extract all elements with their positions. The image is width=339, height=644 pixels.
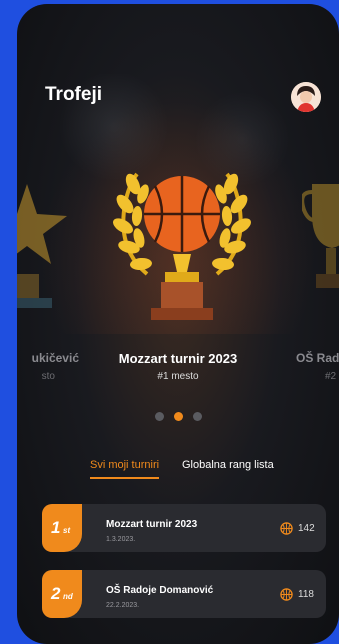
tournament-date: 1.3.2023.: [106, 536, 136, 543]
pagination-dot-2[interactable]: [173, 412, 183, 421]
basketball-trophy-icon[interactable]: [107, 154, 257, 329]
tab-my-tournaments[interactable]: Svi moji turniri: [90, 459, 160, 479]
rank-badge: 1 st: [42, 504, 82, 552]
rank-number: 1: [51, 518, 61, 537]
star-trophy-left-icon[interactable]: [17, 164, 77, 324]
points-value: 118: [298, 589, 314, 600]
rank-badge: 2 nd: [42, 570, 82, 618]
tab-global-ranking[interactable]: Globalna rang lista: [182, 459, 274, 471]
cup-trophy-right-icon[interactable]: [302, 174, 339, 314]
points-value: 142: [298, 523, 315, 534]
pagination-dot-3[interactable]: [192, 412, 202, 421]
rank-suffix: st: [63, 526, 71, 535]
tournament-name: OŠ Radoje Domanović: [106, 585, 214, 596]
basketball-icon: [280, 522, 293, 535]
page-title: Trofeji: [45, 84, 103, 105]
pagination-dot-1[interactable]: [154, 412, 164, 421]
rank-suffix: nd: [63, 592, 73, 601]
list-item[interactable]: 2 nd OŠ Radoje Domanović 22.2.2023. 118: [42, 570, 326, 618]
tournament-date: 22.2.2023.: [106, 602, 140, 609]
carousel-pagination: [17, 408, 339, 426]
carousel-center-subtitle: #1 mesto: [157, 371, 199, 382]
user-avatar-icon[interactable]: [291, 82, 321, 112]
tournament-name: Mozzart turnir 2023: [106, 519, 198, 530]
carousel-right-title[interactable]: OŠ Radoj: [296, 351, 339, 365]
list-item[interactable]: 1 st Mozzart turnir 2023 1.3.2023. 142: [42, 504, 326, 552]
carousel-right-subtitle: #2: [325, 371, 337, 382]
carousel-center-title: Mozzart turnir 2023: [118, 351, 238, 366]
phone-screen: Trofeji ukičević sto Mozzart turnir 2023…: [17, 4, 339, 644]
rank-number: 2: [51, 584, 61, 603]
basketball-icon: [280, 588, 293, 601]
